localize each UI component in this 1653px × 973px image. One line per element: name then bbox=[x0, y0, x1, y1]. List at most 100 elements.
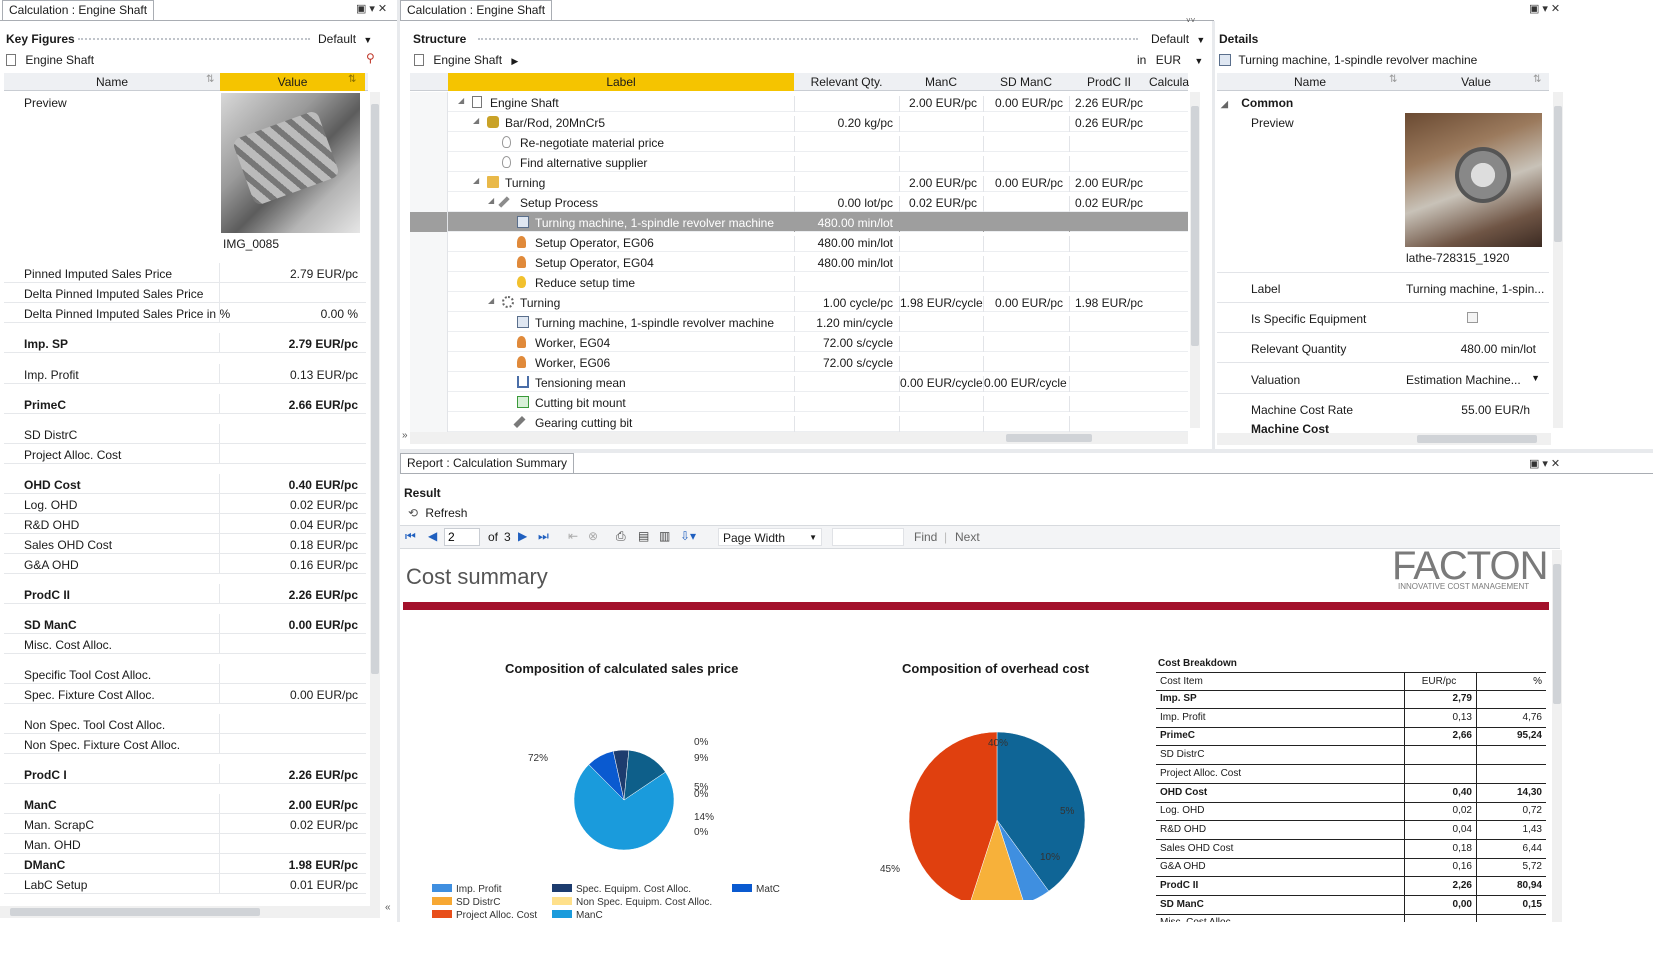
key-figure-row[interactable]: G&A OHD 0.16 EUR/pc bbox=[4, 554, 366, 574]
key-figure-row[interactable]: Log. OHD 0.02 EUR/pc bbox=[4, 494, 366, 514]
key-figure-row[interactable]: Imp. SP 2.79 EUR/pc bbox=[4, 333, 366, 353]
report-scroll-thumb[interactable] bbox=[1553, 564, 1561, 704]
details-horizontal-scrollbar[interactable] bbox=[1217, 433, 1551, 445]
left-col-name[interactable]: Name bbox=[4, 75, 220, 89]
key-figure-row[interactable]: OHD Cost 0.40 EUR/pc bbox=[4, 474, 366, 494]
structure-row[interactable]: Turning machine, 1-spindle revolver mach… bbox=[410, 212, 1188, 232]
key-figure-row[interactable]: PrimeC 2.66 EUR/pc bbox=[4, 394, 366, 414]
key-figure-row[interactable]: SD ManC 0.00 EUR/pc bbox=[4, 614, 366, 634]
details-window-controls[interactable]: ▣▾✕ bbox=[1529, 2, 1563, 15]
expand-triangle-icon[interactable]: ◢ bbox=[473, 116, 479, 125]
structure-row[interactable]: Tensioning mean 0.00 EUR/cycle 0.00 EUR/cy… bbox=[410, 372, 1188, 392]
key-figure-row[interactable]: DManC 1.98 EUR/pc bbox=[4, 854, 366, 874]
left-col-value[interactable]: Value bbox=[220, 75, 365, 89]
breadcrumb-engine-shaft[interactable]: Engine Shaft bbox=[433, 53, 502, 67]
stop-icon[interactable]: ⊗ bbox=[588, 529, 598, 543]
tab-report[interactable]: Report : Calculation Summary bbox=[400, 453, 575, 473]
expand-arrow-icon[interactable]: » bbox=[402, 430, 408, 441]
key-figure-row[interactable]: ProdC I 2.26 EUR/pc bbox=[4, 764, 366, 784]
structure-row[interactable]: Setup Operator, EG06 480.00 min/lot bbox=[410, 232, 1188, 252]
details-label-value[interactable]: Turning machine, 1-spin... bbox=[1406, 282, 1546, 296]
key-figure-row[interactable]: Imp. Profit 0.13 EUR/pc bbox=[4, 364, 366, 384]
details-vertical-scrollbar[interactable] bbox=[1553, 92, 1563, 428]
print-layout-icon[interactable]: ▤ bbox=[638, 529, 649, 543]
zoom-dropdown[interactable]: Page Width ▼ bbox=[718, 528, 822, 546]
next-page-icon[interactable]: ▶ bbox=[518, 529, 527, 543]
details-scroll-thumb[interactable] bbox=[1554, 106, 1562, 242]
structure-vertical-scrollbar[interactable] bbox=[1190, 92, 1200, 428]
details-col-name[interactable]: Name bbox=[1217, 75, 1403, 89]
key-figure-row[interactable]: Specific Tool Cost Alloc. bbox=[4, 664, 366, 684]
expand-triangle-icon[interactable]: ◢ bbox=[488, 196, 494, 205]
structure-row[interactable]: Re-negotiate material price bbox=[410, 132, 1188, 152]
key-figure-row[interactable]: Pinned Imputed Sales Price 2.79 EUR/pc bbox=[4, 263, 366, 283]
key-figure-row[interactable]: SD DistrC bbox=[4, 424, 366, 444]
structure-row[interactable]: ◢ Engine Shaft 2.00 EUR/pc 0.00 EUR/pc 2.26 … bbox=[410, 92, 1188, 112]
expand-triangle-icon[interactable]: ◢ bbox=[488, 296, 494, 305]
first-page-icon[interactable]: ⏮ bbox=[405, 529, 416, 544]
refresh-button[interactable]: ⟲ Refresh bbox=[408, 506, 467, 520]
pin-icon[interactable]: ⚲ bbox=[366, 51, 375, 65]
tab-center-calculation[interactable]: Calculation : Engine Shaft bbox=[400, 0, 553, 20]
key-figure-row[interactable]: Delta Pinned Imputed Sales Price bbox=[4, 283, 366, 303]
structure-row[interactable]: ◢ Bar/Rod, 20MnCr5 0.20 kg/pc 0.26 EUR/pc bbox=[410, 112, 1188, 132]
left-vertical-scrollbar[interactable] bbox=[370, 92, 380, 910]
key-figure-row[interactable]: ProdC II 2.26 EUR/pc bbox=[4, 584, 366, 604]
col-manc[interactable]: ManC bbox=[899, 75, 983, 89]
structure-row[interactable]: Setup Operator, EG04 480.00 min/lot bbox=[410, 252, 1188, 272]
col-sd-manc[interactable]: SD ManC bbox=[983, 75, 1069, 89]
left-window-controls[interactable]: ▣▾✕ bbox=[356, 2, 390, 15]
currency-selector[interactable]: in EUR ▼ bbox=[1137, 53, 1203, 67]
structure-row[interactable]: ◢ Setup Process 0.00 lot/pc 0.02 EUR/pc 0.02… bbox=[410, 192, 1188, 212]
details-rate-value[interactable]: 55.00 EUR/h bbox=[1406, 403, 1530, 417]
key-figure-row[interactable]: Man. OHD bbox=[4, 834, 366, 854]
structure-row[interactable]: ◢ Turning 2.00 EUR/pc 0.00 EUR/pc 2.00 EUR/p… bbox=[410, 172, 1188, 192]
print-icon[interactable]: ⎙ bbox=[616, 529, 626, 544]
key-figure-row[interactable]: Misc. Cost Alloc. bbox=[4, 634, 366, 654]
collapse-arrow-icon[interactable]: « bbox=[385, 902, 391, 913]
left-hscroll-thumb[interactable] bbox=[10, 908, 260, 916]
prev-page-icon[interactable]: ◀ bbox=[428, 529, 437, 543]
chevron-right-icon[interactable]: ▶ bbox=[511, 56, 518, 66]
left-default-select[interactable]: Default ▼ bbox=[318, 32, 372, 46]
left-scroll-thumb[interactable] bbox=[371, 104, 379, 674]
key-figure-row[interactable]: LabC Setup 0.01 EUR/pc bbox=[4, 874, 366, 894]
left-horizontal-scrollbar[interactable] bbox=[0, 906, 380, 918]
center-default-select[interactable]: Default ▼ bbox=[1151, 32, 1205, 46]
details-col-value[interactable]: Value bbox=[1403, 75, 1549, 89]
report-window-controls[interactable]: ▣▾✕ bbox=[1529, 457, 1563, 470]
key-figure-row[interactable]: Non Spec. Fixture Cost Alloc. bbox=[4, 734, 366, 754]
details-group-common[interactable]: ◢ Common bbox=[1221, 96, 1293, 110]
structure-row[interactable]: Worker, EG04 72.00 s/cycle bbox=[410, 332, 1188, 352]
page-setup-icon[interactable]: ▥ bbox=[659, 529, 670, 543]
valuation-dropdown[interactable]: Estimation Machine... ▼ bbox=[1406, 373, 1546, 387]
structure-row[interactable]: Find alternative supplier bbox=[410, 152, 1188, 172]
last-page-icon[interactable]: ⏭ bbox=[538, 529, 549, 544]
col-prodc-ii[interactable]: ProdC II bbox=[1069, 75, 1149, 89]
tab-left-calculation[interactable]: Calculation : Engine Shaft bbox=[2, 0, 155, 20]
structure-hscroll-thumb[interactable] bbox=[1006, 434, 1092, 442]
structure-horizontal-scrollbar[interactable] bbox=[410, 432, 1188, 444]
details-relqty-value[interactable]: 480.00 min/lot bbox=[1406, 342, 1536, 356]
key-figure-row[interactable]: Project Alloc. Cost bbox=[4, 444, 366, 464]
structure-row[interactable]: Gearing cutting bit bbox=[410, 412, 1188, 432]
report-vertical-scrollbar[interactable] bbox=[1552, 550, 1562, 922]
col-label[interactable]: Label bbox=[448, 75, 794, 89]
key-figure-row[interactable]: Sales OHD Cost 0.18 EUR/pc bbox=[4, 534, 366, 554]
structure-row[interactable]: ◢ Turning 1.00 cycle/pc 1.98 EUR/cycle 0.00 … bbox=[410, 292, 1188, 312]
expand-triangle-icon[interactable]: ◢ bbox=[458, 96, 464, 105]
details-hscroll-thumb[interactable] bbox=[1417, 435, 1537, 443]
export-icon[interactable]: ⇩▾ bbox=[680, 529, 696, 543]
structure-scroll-thumb[interactable] bbox=[1191, 106, 1199, 346]
chevron-down-icon[interactable]: ˅˅ bbox=[1186, 16, 1195, 25]
next-button[interactable]: Next bbox=[955, 530, 980, 544]
structure-row[interactable]: Reduce setup time bbox=[410, 272, 1188, 292]
col-calcula[interactable]: Calcula bbox=[1149, 75, 1189, 89]
key-figure-row[interactable]: Man. ScrapC 0.02 EUR/pc bbox=[4, 814, 366, 834]
key-figure-row[interactable]: Non Spec. Tool Cost Alloc. bbox=[4, 714, 366, 734]
specific-equipment-checkbox[interactable] bbox=[1467, 312, 1478, 323]
key-figure-row[interactable]: ManC 2.00 EUR/pc bbox=[4, 794, 366, 814]
key-figure-row[interactable]: R&D OHD 0.04 EUR/pc bbox=[4, 514, 366, 534]
find-input[interactable] bbox=[832, 528, 904, 546]
structure-row[interactable]: Cutting bit mount bbox=[410, 392, 1188, 412]
